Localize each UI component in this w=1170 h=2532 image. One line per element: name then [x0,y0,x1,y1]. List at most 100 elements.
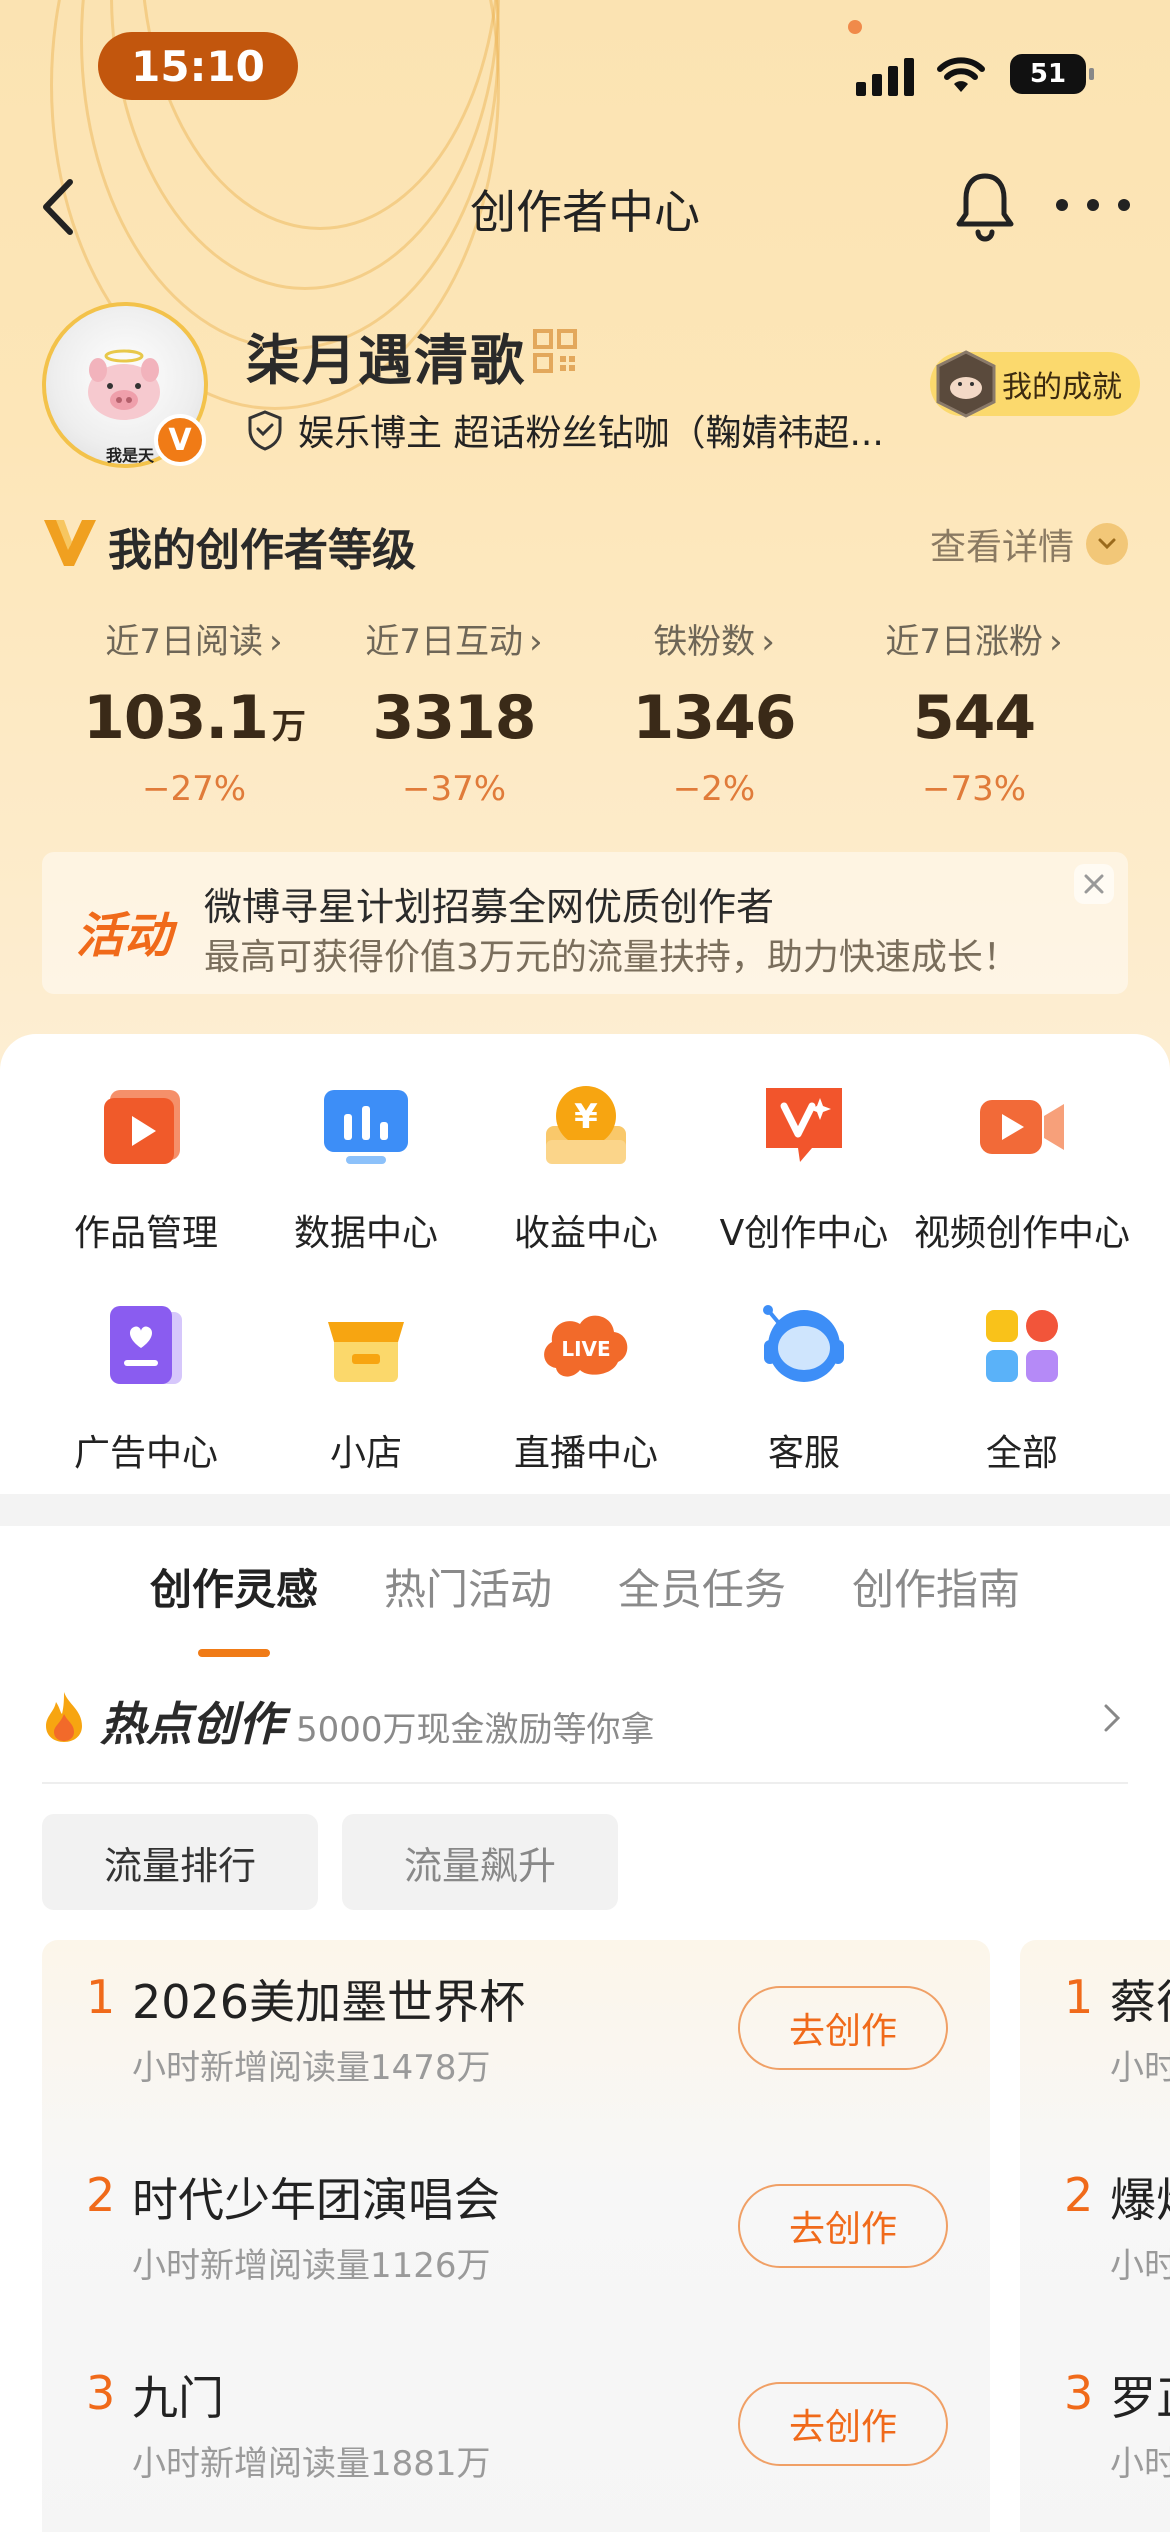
battery-icon: 51 [1010,54,1094,94]
stat-item[interactable]: 铁粉数 › 1346 −2% [584,614,844,809]
hot-creation-title: 热点创作 [100,1697,284,1751]
stat-label: 铁粉数 [653,622,756,662]
bell-icon[interactable] [950,168,1020,244]
ranking-item[interactable]: 3 九门 小时新增阅读量1881万 去创作 [42,2336,990,2516]
level-v-icon [44,520,96,566]
tool-all[interactable]: 全部 [912,1296,1132,1476]
rank-title: 2026美加墨世界杯 [132,1975,526,2029]
rank-number: 2 [86,2168,116,2222]
stat-change: −2% [672,769,756,809]
chevron-right-icon: › [529,622,543,662]
more-menu-button[interactable] [1056,190,1130,220]
signal-icon [856,58,914,96]
ad-icon [110,1306,182,1384]
all-icon [986,1310,1058,1382]
v-create-icon [766,1088,842,1162]
user-name[interactable]: 柒月遇清歌 [246,316,526,395]
stat-label: 近7日涨粉 [885,622,1044,662]
activity-banner[interactable]: 活动 微博寻星计划招募全网优质创作者 最高可获得价值3万元的流量扶持，助力快速成… [42,852,1128,994]
tool-works-management[interactable]: 作品管理 [36,1076,256,1256]
tab-all-tasks[interactable]: 全员任务 [618,1556,786,1617]
tool-video-create-center[interactable]: 视频创作中心 [912,1076,1132,1256]
status-indicator-dot [848,20,862,34]
tool-label: V创作中心 [719,1213,889,1254]
go-create-button[interactable]: 去创作 [738,2382,948,2466]
go-create-button[interactable]: 去创作 [738,2184,948,2268]
tool-label: 收益中心 [513,1213,658,1254]
tool-income-center[interactable]: ¥ 收益中心 [476,1076,696,1256]
shop-icon [328,1322,404,1382]
ranking-item[interactable]: 1 蔡徉 小时 [1020,1940,1170,2120]
works-icon [104,1090,180,1164]
chevron-right-icon: › [269,622,283,662]
qr-code-icon[interactable] [532,328,578,374]
wifi-icon [937,57,985,92]
tool-label: 客服 [767,1433,840,1474]
pig-avatar-image [88,349,160,420]
svg-text:LIVE: LIVE [561,1337,610,1361]
service-icon [763,1305,844,1382]
chevron-right-icon: › [1049,622,1063,662]
dot-icon [1087,199,1099,211]
rank-number: 1 [86,1970,116,2024]
rank-number: 1 [1064,1970,1094,2024]
rank-subtitle: 小时新增阅读量1126万 [132,2246,491,2286]
rank-title: 九门 [132,2371,224,2425]
tool-live-center[interactable]: LIVE 直播中心 [476,1296,696,1476]
user-description-text: 娱乐博主 超话粉丝钻咖（鞠婧祎超... [298,413,884,454]
tool-label: 小店 [329,1433,402,1474]
view-details-link[interactable]: 查看详情 [930,518,1128,570]
stat-label: 近7日互动 [365,622,524,662]
stat-value: 3318 [372,683,537,753]
rank-subtitle: 小时 [1110,2048,1170,2088]
stat-value: 103.1 [83,683,269,753]
creator-level-row: 我的创作者等级 查看详情 [42,508,1128,578]
stat-unit: 万 [271,707,306,747]
stat-label: 近7日阅读 [105,622,264,662]
tab-hot-activities[interactable]: 热门活动 [384,1556,552,1617]
activity-title: 微博寻星计划招募全网优质创作者 [204,885,775,929]
ranking-item[interactable]: 3 罗正 小时 [1020,2336,1170,2516]
chevron-right-icon: › [761,622,775,662]
achievement-icon [936,350,996,418]
chip-traffic-ranking[interactable]: 流量排行 [42,1814,318,1910]
rank-subtitle: 小时新增阅读量1881万 [132,2444,491,2484]
tool-shop[interactable]: 小店 [256,1296,476,1476]
status-time: 15:10 [98,32,298,100]
stat-change: −27% [141,769,247,809]
stat-item[interactable]: 近7日阅读 › 103.1 万 −27% [64,614,324,809]
tab-creative-inspiration[interactable]: 创作灵感 [150,1556,318,1657]
tool-v-create-center[interactable]: V创作中心 [694,1076,914,1256]
tool-data-center[interactable]: 数据中心 [256,1076,476,1256]
ranking-card-next[interactable]: 1 蔡徉 小时 2 爆炸 小时 3 罗正 小时 [1020,1940,1170,2532]
hot-creation-header[interactable]: 热点创作 5000万现金激励等你拿 [42,1686,1128,1756]
stat-value: 1346 [632,683,797,753]
rank-subtitle: 小时 [1110,2444,1170,2484]
user-description[interactable]: 娱乐博主 超话粉丝钻咖（鞠婧祎超... [246,404,884,456]
verified-badge: V [154,414,206,466]
dot-icon [1118,199,1130,211]
rank-title: 爆炸 [1110,2173,1170,2227]
rank-number: 2 [1064,2168,1094,2222]
dot-icon [1056,199,1068,211]
rank-subtitle: 小时 [1110,2246,1170,2286]
stat-item[interactable]: 近7日涨粉 › 544 −73% [844,614,1104,809]
data-icon [324,1090,408,1164]
ranking-item[interactable]: 1 2026美加墨世界杯 小时新增阅读量1478万 去创作 [42,1940,990,2120]
close-icon[interactable] [1074,864,1114,904]
shield-icon [248,410,282,451]
ranking-item[interactable]: 2 爆炸 小时 [1020,2138,1170,2318]
stat-item[interactable]: 近7日互动 › 3318 −37% [324,614,584,809]
live-icon: LIVE [544,1315,628,1377]
chevron-down-icon [1086,523,1128,565]
ranking-card: 1 2026美加墨世界杯 小时新增阅读量1478万 去创作 2 时代少年团演唱会… [42,1940,990,2532]
activity-tag: 活动 [76,908,173,964]
chip-traffic-rising[interactable]: 流量飙升 [342,1814,618,1910]
tab-creation-guide[interactable]: 创作指南 [852,1556,1020,1617]
ranking-item[interactable]: 2 时代少年团演唱会 小时新增阅读量1126万 去创作 [42,2138,990,2318]
achievement-button[interactable]: 我的成就 [930,350,1140,418]
tool-customer-service[interactable]: 客服 [694,1296,914,1476]
tool-ad-center[interactable]: 广告中心 [36,1296,256,1476]
rank-subtitle: 小时新增阅读量1478万 [132,2048,491,2088]
go-create-button[interactable]: 去创作 [738,1986,948,2070]
